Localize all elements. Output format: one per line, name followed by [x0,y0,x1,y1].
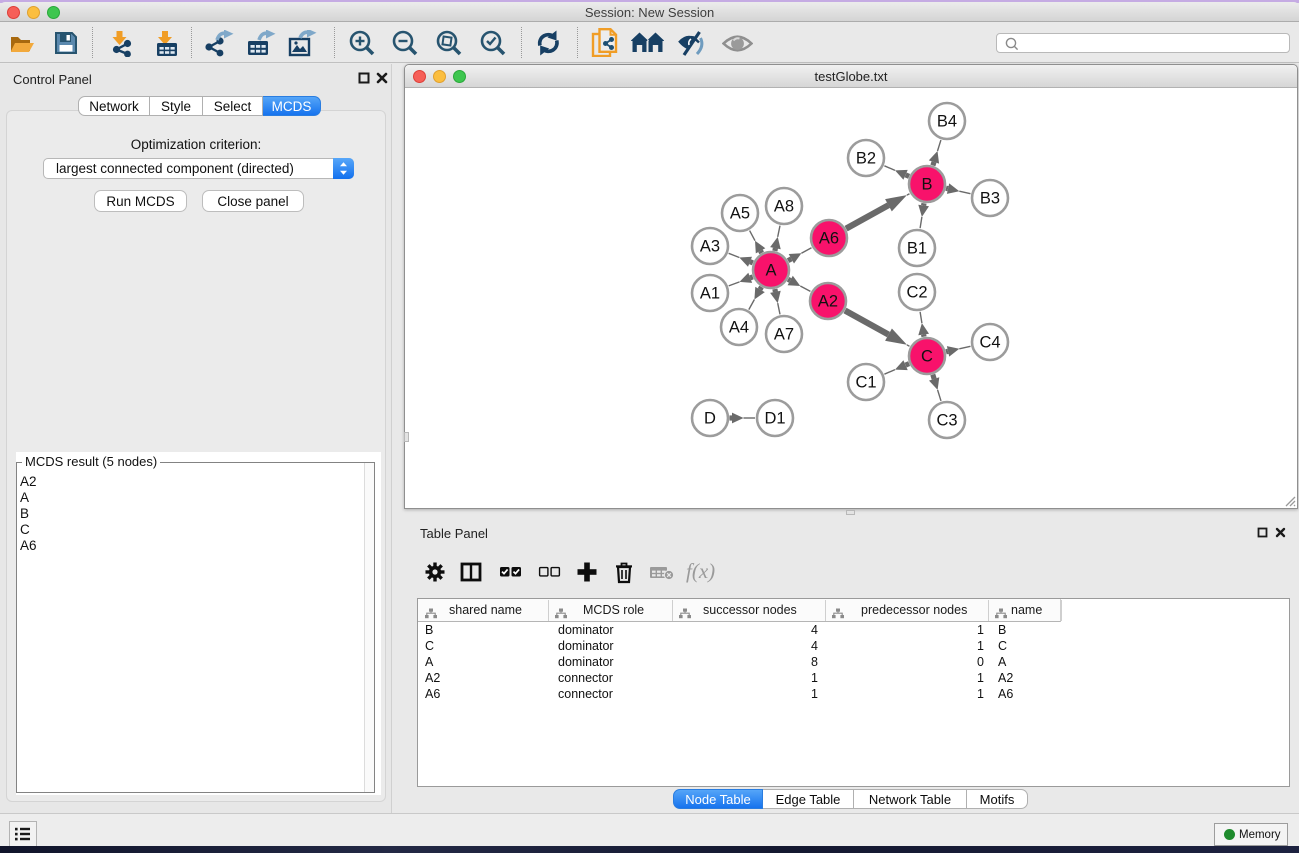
svg-text:A6: A6 [819,230,839,248]
svg-text:A2: A2 [818,293,838,311]
svg-text:A: A [765,262,776,280]
svg-text:C: C [921,348,933,366]
svg-text:A3: A3 [700,238,720,256]
svg-text:C4: C4 [979,334,1000,352]
svg-text:B4: B4 [937,113,957,131]
svg-text:B: B [921,176,932,194]
svg-text:A8: A8 [774,198,794,216]
svg-text:C1: C1 [855,374,876,392]
svg-text:D1: D1 [764,410,785,428]
svg-text:C3: C3 [936,412,957,430]
svg-text:B1: B1 [907,240,927,258]
svg-text:B3: B3 [980,190,1000,208]
svg-text:A5: A5 [730,205,750,223]
svg-text:A1: A1 [700,285,720,303]
svg-text:B2: B2 [856,150,876,168]
svg-text:A4: A4 [729,319,749,337]
svg-text:D: D [704,410,716,428]
svg-text:C2: C2 [906,284,927,302]
svg-text:A7: A7 [774,326,794,344]
